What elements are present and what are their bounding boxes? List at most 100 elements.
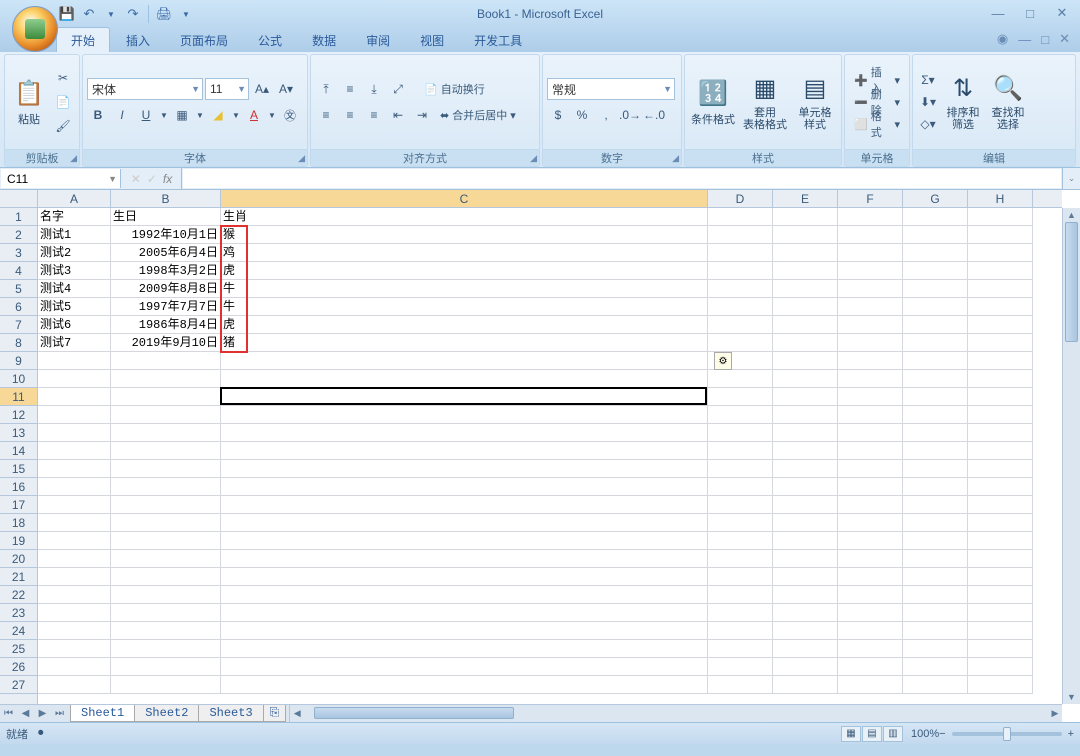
- sheet-tab-Sheet1[interactable]: Sheet1: [70, 705, 135, 722]
- cell-A3[interactable]: 测试2: [38, 244, 111, 262]
- close-button[interactable]: ✕: [1050, 4, 1074, 22]
- align-bottom-icon[interactable]: ⤓: [363, 78, 385, 100]
- cell-D2[interactable]: [708, 226, 773, 244]
- cell-A4[interactable]: 测试3: [38, 262, 111, 280]
- cell-G8[interactable]: [903, 334, 968, 352]
- cell-H15[interactable]: [968, 460, 1033, 478]
- sheet-tab-Sheet3[interactable]: Sheet3: [198, 705, 263, 722]
- cell-G4[interactable]: [903, 262, 968, 280]
- cell-E11[interactable]: [773, 388, 838, 406]
- orientation-icon[interactable]: ⤢: [387, 78, 409, 100]
- cell-F20[interactable]: [838, 550, 903, 568]
- office-button[interactable]: [12, 6, 58, 52]
- cell-H13[interactable]: [968, 424, 1033, 442]
- zoom-thumb[interactable]: [1003, 727, 1011, 741]
- cell-E25[interactable]: [773, 640, 838, 658]
- cell-D1[interactable]: [708, 208, 773, 226]
- cell-C11[interactable]: [221, 388, 708, 406]
- cell-B1[interactable]: 生日: [111, 208, 221, 226]
- tab-开始[interactable]: 开始: [56, 27, 110, 52]
- align-right-icon[interactable]: ≡: [363, 104, 385, 126]
- cell-C23[interactable]: [221, 604, 708, 622]
- cell-H11[interactable]: [968, 388, 1033, 406]
- doc-minimize-icon[interactable]: —: [1018, 32, 1031, 47]
- cell-A14[interactable]: [38, 442, 111, 460]
- scroll-up-icon[interactable]: ▲: [1063, 208, 1080, 222]
- cell-H14[interactable]: [968, 442, 1033, 460]
- cell-G1[interactable]: [903, 208, 968, 226]
- help-icon[interactable]: ◉: [997, 31, 1008, 47]
- cell-F3[interactable]: [838, 244, 903, 262]
- align-launcher-icon[interactable]: ◢: [530, 153, 537, 164]
- cell-B20[interactable]: [111, 550, 221, 568]
- cell-A1[interactable]: 名字: [38, 208, 111, 226]
- cut-icon[interactable]: ✂: [52, 67, 74, 89]
- col-header-A[interactable]: A: [38, 190, 111, 207]
- row-header-15[interactable]: 15: [0, 460, 37, 478]
- cell-D19[interactable]: [708, 532, 773, 550]
- cell-G20[interactable]: [903, 550, 968, 568]
- cell-H12[interactable]: [968, 406, 1033, 424]
- cell-G13[interactable]: [903, 424, 968, 442]
- fill-color-icon[interactable]: ◢: [207, 104, 229, 126]
- border-dropdown-icon[interactable]: ▼: [195, 104, 205, 126]
- cell-G5[interactable]: [903, 280, 968, 298]
- col-header-H[interactable]: H: [968, 190, 1033, 207]
- row-header-7[interactable]: 7: [0, 316, 37, 334]
- cell-H7[interactable]: [968, 316, 1033, 334]
- comma-icon[interactable]: ,: [595, 104, 617, 126]
- cell-C19[interactable]: [221, 532, 708, 550]
- col-header-G[interactable]: G: [903, 190, 968, 207]
- cell-A2[interactable]: 测试1: [38, 226, 111, 244]
- page-break-view-icon[interactable]: ▥: [883, 726, 903, 742]
- format-as-table-button[interactable]: ▦套用 表格格式: [740, 71, 790, 133]
- cell-D25[interactable]: [708, 640, 773, 658]
- cell-F21[interactable]: [838, 568, 903, 586]
- row-header-26[interactable]: 26: [0, 658, 37, 676]
- cell-F10[interactable]: [838, 370, 903, 388]
- wrap-text-button[interactable]: 📄自动换行: [419, 78, 490, 100]
- cell-B6[interactable]: 1997年7月7日: [111, 298, 221, 316]
- cell-H5[interactable]: [968, 280, 1033, 298]
- cell-C4[interactable]: 虎: [221, 262, 708, 280]
- autosum-icon[interactable]: Σ▾: [917, 69, 939, 91]
- zoom-in-icon[interactable]: +: [1068, 728, 1074, 740]
- minimize-button[interactable]: —: [986, 4, 1010, 22]
- cell-H27[interactable]: [968, 676, 1033, 694]
- cell-F25[interactable]: [838, 640, 903, 658]
- expand-formula-icon[interactable]: ⌄: [1062, 168, 1080, 189]
- grow-font-icon[interactable]: A▴: [251, 78, 273, 100]
- name-box[interactable]: C11▼: [1, 169, 121, 188]
- cell-F17[interactable]: [838, 496, 903, 514]
- cell-F23[interactable]: [838, 604, 903, 622]
- cell-H10[interactable]: [968, 370, 1033, 388]
- cell-D24[interactable]: [708, 622, 773, 640]
- accounting-icon[interactable]: $: [547, 104, 569, 126]
- cell-F8[interactable]: [838, 334, 903, 352]
- cell-E19[interactable]: [773, 532, 838, 550]
- cell-H21[interactable]: [968, 568, 1033, 586]
- cell-D11[interactable]: [708, 388, 773, 406]
- cell-A6[interactable]: 测试5: [38, 298, 111, 316]
- save-icon[interactable]: 💾: [58, 5, 76, 23]
- cell-D22[interactable]: [708, 586, 773, 604]
- cell-C26[interactable]: [221, 658, 708, 676]
- cell-F22[interactable]: [838, 586, 903, 604]
- cell-A13[interactable]: [38, 424, 111, 442]
- cell-H6[interactable]: [968, 298, 1033, 316]
- cell-C17[interactable]: [221, 496, 708, 514]
- cell-H17[interactable]: [968, 496, 1033, 514]
- new-sheet-button[interactable]: ⎘: [263, 705, 287, 722]
- row-header-8[interactable]: 8: [0, 334, 37, 352]
- cell-B2[interactable]: 1992年10月1日: [111, 226, 221, 244]
- cell-H4[interactable]: [968, 262, 1033, 280]
- cell-C10[interactable]: [221, 370, 708, 388]
- cell-C16[interactable]: [221, 478, 708, 496]
- cell-D8[interactable]: [708, 334, 773, 352]
- cell-F4[interactable]: [838, 262, 903, 280]
- format-painter-icon[interactable]: 🖌: [52, 115, 74, 137]
- cell-A23[interactable]: [38, 604, 111, 622]
- col-header-D[interactable]: D: [708, 190, 773, 207]
- cell-E20[interactable]: [773, 550, 838, 568]
- cell-E13[interactable]: [773, 424, 838, 442]
